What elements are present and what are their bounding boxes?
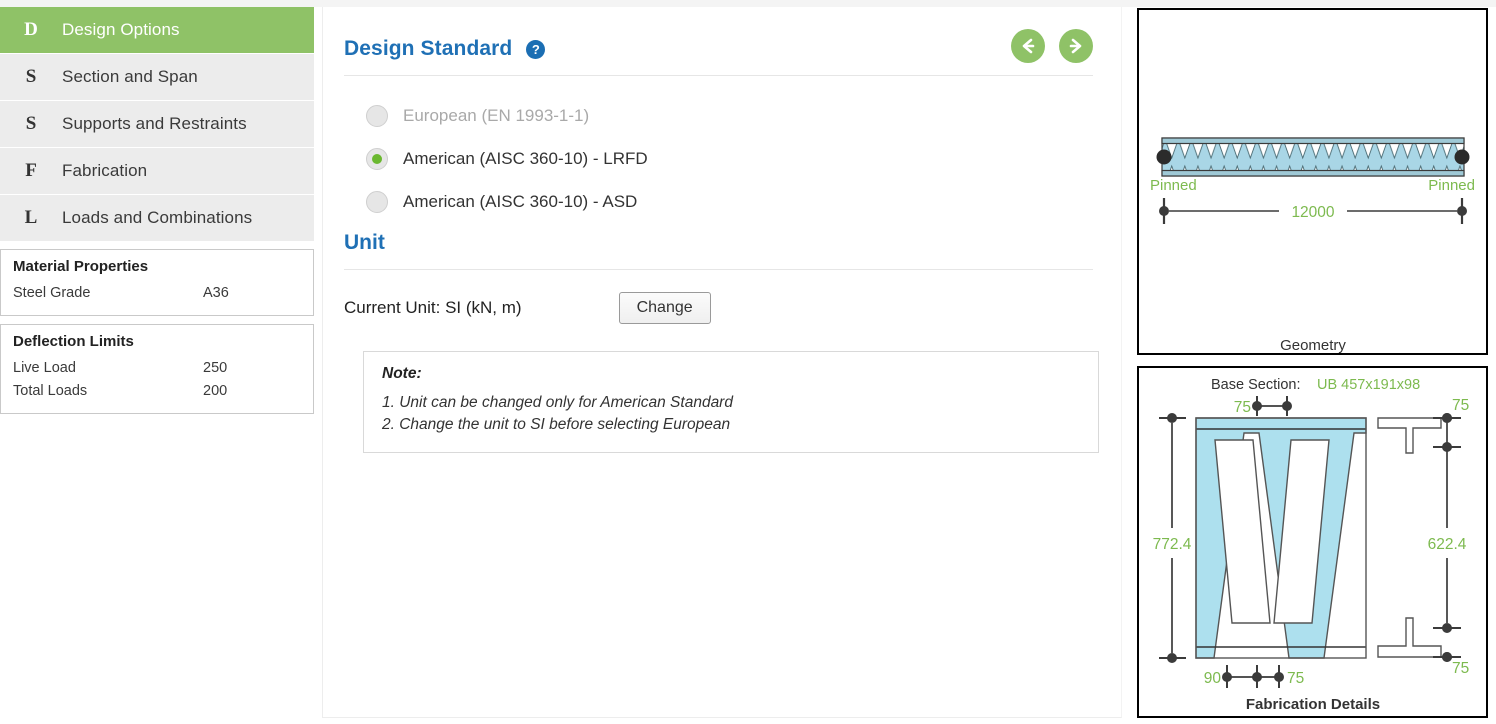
bottom-tee-section [1377,617,1442,658]
radio-option-label: American (AISC 360-10) - LRFD [403,148,648,168]
geometry-panel: Pinned Pinned 12000 Geometry [1137,8,1488,355]
total-loads-value: 200 [203,383,228,399]
material-properties-title: Material Properties [13,258,149,275]
castellated-section [1195,417,1367,659]
material-properties-panel: Material Properties Steel Grade A36 [0,249,314,316]
live-load-label: Live Load [13,360,76,376]
deflection-limits-row: Live Load 250 [13,357,301,380]
dim-bottom-left-label: 90 [1204,670,1222,687]
sidebar-item-design-options[interactable]: D Design Options [0,7,314,53]
main-content: Design Standard ? European (EN 1993-1-1)… [322,7,1122,718]
sidebar-item-label: Design Options [62,20,180,39]
geometry-caption: Geometry [1280,337,1346,353]
arrow-left-circle-icon [1022,38,1035,54]
sidebar-item-fabrication[interactable]: F Fabrication [0,148,314,194]
deflection-limits-row: Total Loads 200 [13,380,301,403]
sidebar-item-section-and-span[interactable]: S Section and Span [0,54,314,100]
radio-circle-icon [366,190,388,213]
previous-button[interactable] [1011,29,1045,63]
sidebar-item-key: F [25,160,37,181]
radio-option-american-lrfd[interactable]: American (AISC 360-10) - LRFD [366,137,1121,180]
dimension-left-depth: 772.4 [1153,413,1192,663]
sidebar-item-label: Supports and Restraints [62,114,247,133]
base-section-value: UB 457x191x98 [1317,377,1420,393]
sidebar-item-key: S [25,113,37,134]
support-right-label: Pinned [1428,177,1475,194]
dim-right-depth-label: 622.4 [1428,536,1467,553]
app-root: D Design Options S Section and Span S Su… [0,0,1496,724]
fabrication-caption: Fabrication Details [1246,696,1380,713]
design-standard-header: Design Standard ? [323,7,1121,63]
note-line: 2. Change the unit to SI before selectin… [382,416,731,433]
fabrication-diagram: Base Section: UB 457x191x98 75 772.4 622… [1153,377,1470,713]
steel-grade-label: Steel Grade [13,285,91,301]
base-section-label: Base Section: [1211,377,1300,393]
radio-option-european[interactable]: European (EN 1993-1-1) [366,94,1121,137]
deflection-limits-panel: Deflection Limits Live Load 250 Total Lo… [0,324,314,414]
support-node-right [1454,149,1470,165]
sidebar-item-key: L [24,207,38,228]
page-title: Design Standard [344,37,513,60]
unit-row: Current Unit: SI (kN, m) Change [323,270,1121,324]
radio-option-label: American (AISC 360-10) - ASD [403,191,638,211]
radio-circle-icon [366,104,388,127]
note-box: Note: 1. Unit can be changed only for Am… [363,351,1099,453]
dim-left-depth-label: 772.4 [1153,536,1192,553]
total-loads-label: Total Loads [13,383,88,399]
design-standard-options: European (EN 1993-1-1) American (AISC 36… [323,76,1121,223]
change-unit-button[interactable]: Change [618,292,711,324]
geometry-diagram: Pinned Pinned 12000 Geometry [1150,137,1475,353]
sidebar-item-key: S [25,66,37,87]
radio-circle-selected-icon [366,147,388,170]
dimension-top-spacing: 75 [1234,396,1292,416]
steel-grade-value: A36 [203,285,229,301]
sidebar-item-loads-and-combinations[interactable]: L Loads and Combinations [0,195,314,241]
note-title: Note: [382,365,422,382]
unit-section-title: Unit [344,231,385,254]
sidebar-item-label: Loads and Combinations [62,208,253,227]
sidebar-item-supports-and-restraints[interactable]: S Supports and Restraints [0,101,314,147]
note-line: 1. Unit can be changed only for American… [382,394,733,411]
radio-option-label: European (EN 1993-1-1) [403,105,590,125]
top-tee-section [1377,417,1442,454]
dim-top-spacing-label: 75 [1234,399,1251,416]
next-button[interactable] [1059,29,1093,63]
material-properties-row: Steel Grade A36 [13,282,301,305]
live-load-value: 250 [203,360,228,376]
dim-right-bottom-label: 75 [1452,660,1469,677]
sidebar-item-key: D [24,19,38,40]
question-mark-icon[interactable]: ? [526,39,546,59]
sidebar: D Design Options S Section and Span S Su… [0,7,314,414]
top-strip [0,0,1496,7]
sidebar-item-label: Section and Span [62,67,198,86]
deflection-limits-title: Deflection Limits [13,333,134,350]
support-node-left [1156,149,1172,165]
dimension-bottom-spacing: 90 75 [1204,665,1304,688]
sidebar-item-label: Fabrication [62,161,148,180]
fabrication-panel: Base Section: UB 457x191x98 75 772.4 622… [1137,366,1488,718]
current-unit-label: Current Unit: SI (kN, m) [344,298,522,317]
arrow-right-circle-icon [1069,38,1082,54]
dim-bottom-right-label: 75 [1287,670,1304,687]
support-left-label: Pinned [1150,177,1197,194]
navigation-arrows [1011,29,1093,63]
span-dimension-label: 12000 [1291,204,1334,221]
radio-option-american-asd[interactable]: American (AISC 360-10) - ASD [366,180,1121,223]
dim-right-top-label: 75 [1452,397,1469,414]
